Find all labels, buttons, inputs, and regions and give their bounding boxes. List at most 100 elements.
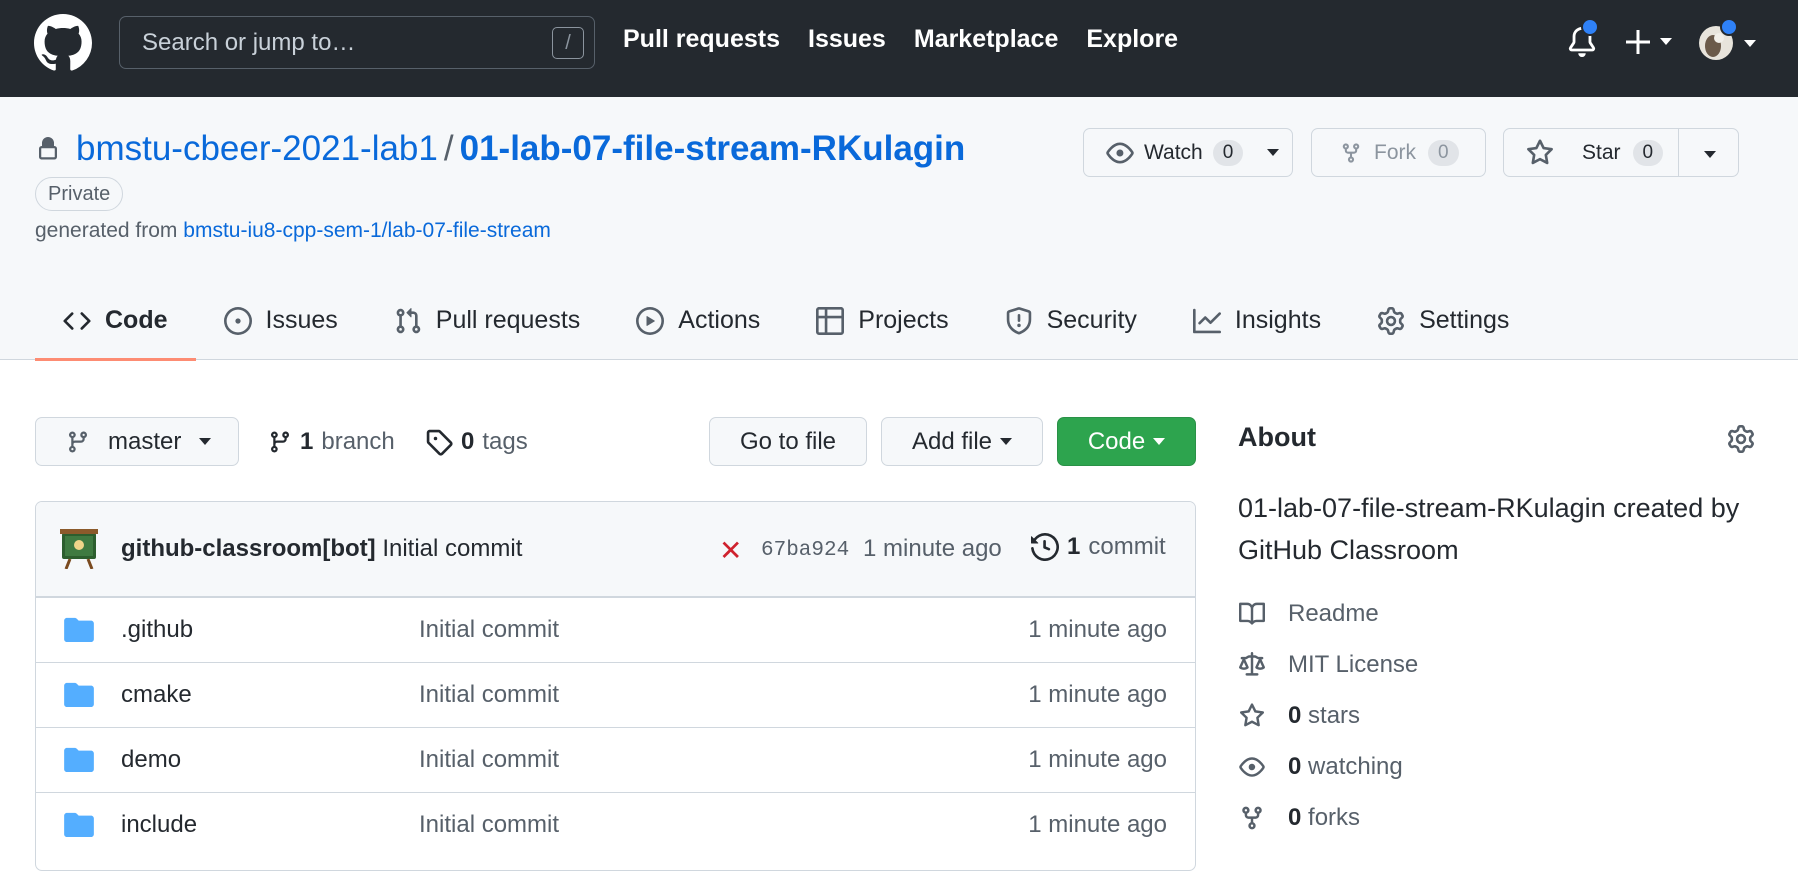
search-input[interactable]: Search or jump to… /	[119, 16, 595, 69]
file-row[interactable]: demo Initial commit 1 minute ago	[36, 727, 1195, 792]
repo-header: bmstu-cbeer-2021-lab1/01-lab-07-file-str…	[0, 97, 1798, 361]
repo-title-separator: /	[443, 129, 454, 168]
go-to-file-button[interactable]: Go to file	[709, 417, 867, 466]
watching-count: 0	[1288, 753, 1302, 780]
file-commit-message[interactable]: Initial commit	[419, 811, 559, 839]
readme-link[interactable]: Readme	[1238, 600, 1379, 628]
nav-explore[interactable]: Explore	[1086, 25, 1178, 54]
nav-pull-requests[interactable]: Pull requests	[623, 25, 780, 54]
tags-link[interactable]: 0 tags	[425, 428, 528, 456]
tab-issues-label: Issues	[265, 306, 338, 334]
play-icon	[636, 306, 665, 335]
branch-select-button[interactable]: master	[35, 417, 239, 466]
tag-icon	[426, 429, 453, 456]
gear-icon[interactable]	[1727, 425, 1755, 453]
file-name[interactable]: demo	[121, 746, 181, 774]
watch-button[interactable]: Watch 0	[1083, 128, 1293, 177]
repo-name-link[interactable]: 01-lab-07-file-stream-RKulagin	[460, 129, 966, 168]
git-branch-icon	[270, 431, 289, 453]
file-commit-message[interactable]: Initial commit	[419, 616, 559, 644]
github-logo-icon[interactable]	[34, 14, 92, 72]
file-commit-time: 1 minute ago	[1028, 746, 1167, 773]
fork-label: Fork	[1374, 140, 1416, 164]
tab-settings-label: Settings	[1419, 306, 1510, 334]
about-description: 01-lab-07-file-stream-RKulagin created b…	[1238, 493, 1740, 565]
fork-count: 0	[1428, 139, 1459, 166]
nav-issues[interactable]: Issues	[808, 25, 886, 54]
tab-security[interactable]: Security	[977, 281, 1165, 360]
global-header: Search or jump to… / Pull requests Issue…	[0, 0, 1798, 97]
star-lists-caret-icon[interactable]	[1704, 151, 1716, 158]
nav-marketplace[interactable]: Marketplace	[914, 25, 1059, 54]
tab-actions-label: Actions	[678, 306, 761, 334]
file-browser: github-classroom[bot] Initial commit ✕ 6…	[35, 501, 1196, 871]
file-commit-time: 1 minute ago	[1028, 811, 1167, 838]
stargazers-link[interactable]: 0 stars	[1238, 702, 1360, 730]
repo-forked-icon	[1342, 142, 1360, 163]
commit-sha[interactable]: 67ba924	[761, 539, 849, 562]
tab-code[interactable]: Code	[35, 281, 196, 361]
readme-label: Readme	[1288, 600, 1379, 627]
tab-pull-requests[interactable]: Pull requests	[366, 281, 609, 360]
commits-history-link[interactable]: 1 commit	[1031, 533, 1166, 561]
commit-author[interactable]: github-classroom[bot]	[121, 535, 376, 562]
repo-tabs: Code Issues Pull requests Actions Projec…	[35, 281, 1537, 361]
folder-icon	[64, 682, 94, 707]
file-row[interactable]: include Initial commit 1 minute ago	[36, 792, 1195, 857]
forks-label: forks	[1308, 804, 1361, 831]
eye-icon	[1239, 757, 1265, 777]
ci-failed-x-icon[interactable]: ✕	[719, 534, 742, 567]
avatar-notification-dot	[1720, 18, 1738, 36]
tab-insights-label: Insights	[1234, 306, 1322, 334]
code-button[interactable]: Code	[1057, 417, 1196, 466]
folder-icon	[64, 617, 94, 642]
forks-link[interactable]: 0 forks	[1238, 804, 1360, 832]
file-commit-message[interactable]: Initial commit	[419, 746, 559, 774]
tab-pull-requests-label: Pull requests	[435, 306, 581, 334]
code-icon	[63, 311, 91, 330]
create-new-dropdown[interactable]	[1624, 22, 1684, 62]
add-file-button[interactable]: Add file	[881, 417, 1043, 466]
history-icon	[1031, 533, 1059, 561]
star-icon[interactable]	[1526, 138, 1554, 167]
branch-caret-icon	[199, 438, 212, 445]
repo-forked-icon	[1242, 806, 1262, 830]
tab-projects[interactable]: Projects	[788, 281, 976, 360]
repo-owner-link[interactable]: bmstu-cbeer-2021-lab1	[76, 129, 438, 168]
law-icon	[1239, 652, 1265, 676]
file-name[interactable]: include	[121, 811, 197, 839]
tab-insights[interactable]: Insights	[1165, 281, 1349, 360]
commit-message[interactable]: Initial commit	[382, 535, 522, 562]
file-row[interactable]: cmake Initial commit 1 minute ago	[36, 662, 1195, 727]
watching-label: watching	[1308, 753, 1403, 780]
global-nav: Pull requests Issues Marketplace Explore	[623, 25, 1178, 54]
tag-count-label: tags	[482, 428, 528, 455]
file-row[interactable]: .github Initial commit 1 minute ago	[36, 597, 1195, 662]
watchers-link[interactable]: 0 watching	[1238, 753, 1403, 781]
search-shortcut-key: /	[552, 27, 584, 59]
fork-button[interactable]: Fork 0	[1311, 128, 1486, 177]
watch-caret-icon	[1267, 149, 1280, 156]
file-name[interactable]: cmake	[121, 681, 192, 709]
plus-icon	[1626, 30, 1650, 54]
commit-count-label: commit	[1088, 533, 1166, 560]
user-menu-dropdown[interactable]	[1698, 18, 1760, 64]
star-label[interactable]: Star	[1582, 141, 1621, 165]
git-branch-icon	[68, 431, 87, 453]
about-heading: About	[1238, 422, 1316, 452]
folder-icon	[64, 812, 94, 837]
table-icon	[816, 306, 845, 335]
tab-issues[interactable]: Issues	[196, 281, 366, 360]
license-link[interactable]: MIT License	[1238, 651, 1418, 679]
avatar[interactable]	[60, 529, 98, 569]
caret-down-icon	[1660, 38, 1672, 45]
git-pull-request-icon	[396, 307, 421, 333]
notifications-bell-icon[interactable]	[1567, 18, 1599, 58]
tab-settings[interactable]: Settings	[1349, 281, 1537, 360]
template-repo-link[interactable]: bmstu-iu8-cpp-sem-1/lab-07-file-stream	[183, 219, 551, 242]
file-commit-message[interactable]: Initial commit	[419, 681, 559, 709]
tab-actions[interactable]: Actions	[608, 281, 788, 360]
file-name[interactable]: .github	[121, 616, 193, 644]
generated-from: generated from bmstu-iu8-cpp-sem-1/lab-0…	[35, 219, 551, 243]
branches-link[interactable]: 1 branch	[268, 428, 395, 456]
